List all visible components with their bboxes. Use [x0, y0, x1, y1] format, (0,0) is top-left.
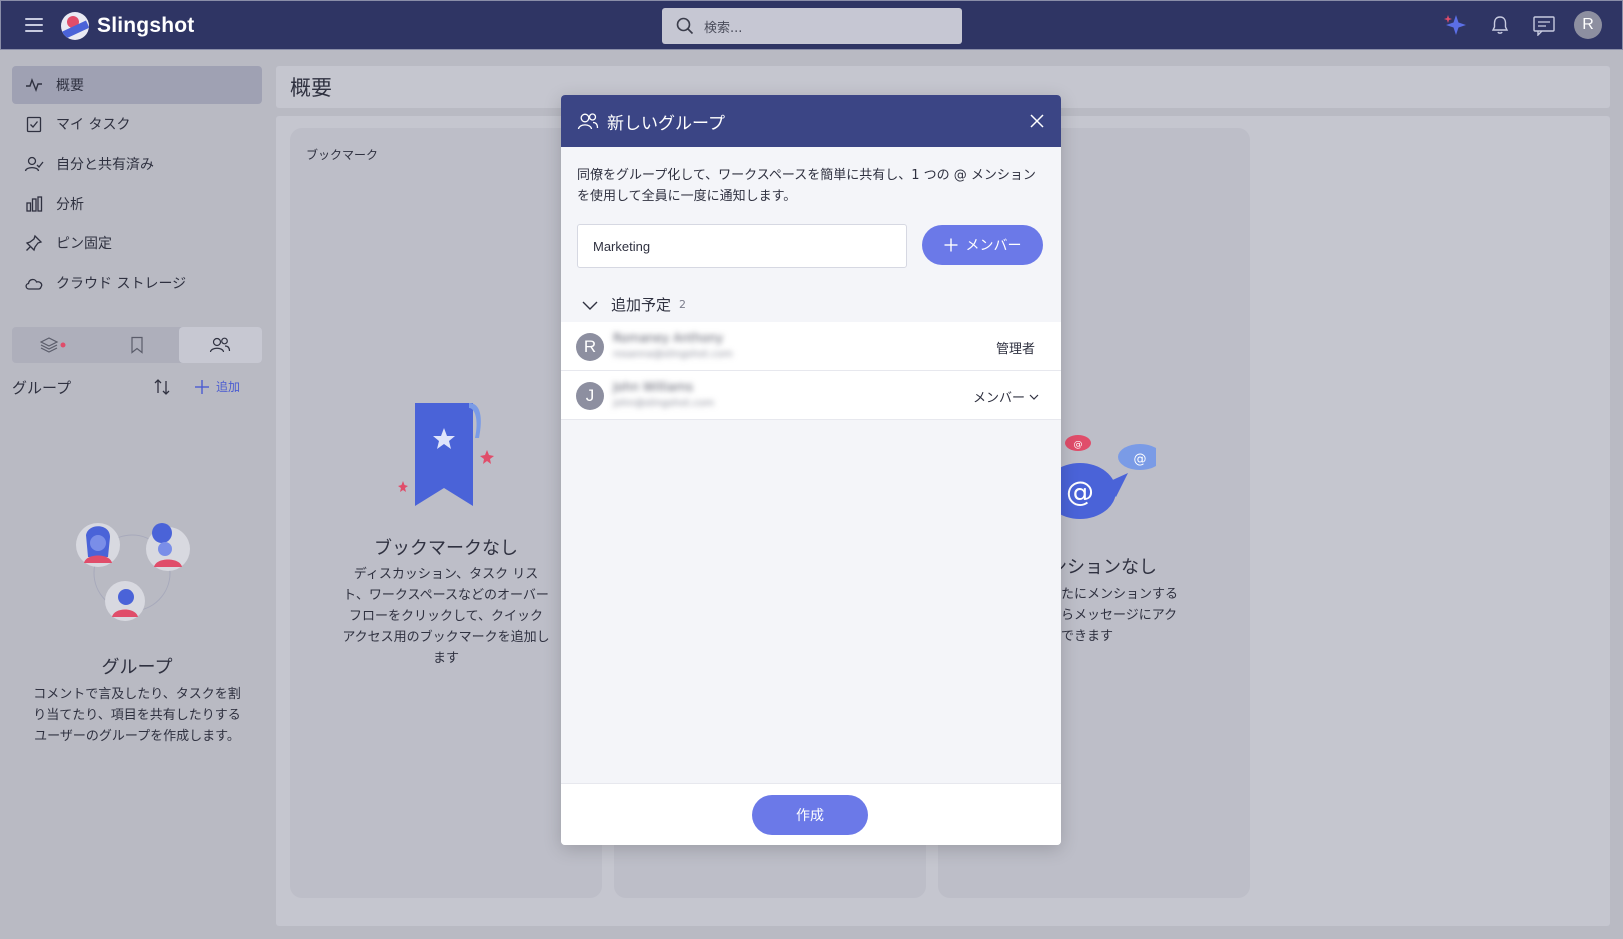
- bookmark-illustration-icon: [398, 403, 494, 506]
- sidebar-item-cloud-storage[interactable]: クラウド ストレージ: [12, 264, 262, 302]
- dialog-footer: 作成: [561, 783, 1061, 845]
- top-bar: Slingshot 検索... R: [0, 0, 1623, 50]
- member-name: John Williams: [613, 380, 694, 394]
- sidebar-item-label: マイ タスク: [56, 117, 131, 133]
- chevron-down-icon: [582, 301, 598, 310]
- tab-layers[interactable]: [12, 327, 95, 363]
- member-role: 管理者: [996, 338, 1035, 357]
- sidebar-item-label: 自分と共有済み: [56, 157, 154, 173]
- svg-text:@: @: [1134, 452, 1147, 467]
- chevron-down-icon: [1029, 394, 1039, 400]
- role-label: メンバー: [972, 391, 1025, 406]
- pending-section-toggle[interactable]: 追加予定 2: [581, 294, 686, 315]
- menu-icon[interactable]: [25, 18, 43, 32]
- slingshot-logo-icon: [61, 12, 89, 40]
- groups-header: グループ 追加: [12, 375, 262, 399]
- groups-empty-description: コメントで言及したり、タスクを割り当てたり、項目を共有したりするユーザーのグルー…: [33, 687, 241, 744]
- plus-icon: [944, 238, 957, 252]
- pending-count: 2: [679, 298, 687, 311]
- add-member-button[interactable]: メンバー: [922, 225, 1043, 265]
- svg-text:@: @: [1074, 440, 1083, 450]
- avatar: J: [576, 382, 604, 410]
- member-role-dropdown[interactable]: メンバー: [973, 387, 1039, 406]
- groups-empty-title: グループ: [101, 657, 173, 678]
- add-group-button[interactable]: 追加: [194, 378, 240, 395]
- group-icon: [577, 113, 599, 130]
- layers-icon: [39, 337, 66, 353]
- group-icon: [210, 337, 231, 353]
- app-logo[interactable]: Slingshot: [61, 12, 194, 40]
- svg-text:@: @: [1066, 475, 1094, 508]
- bell-icon[interactable]: [1486, 11, 1514, 39]
- new-group-dialog: 新しいグループ 同僚をグループ化して、ワークスペースを簡単に共有し、1 つの @…: [561, 95, 1061, 845]
- sidebar-item-label: 分析: [56, 197, 84, 213]
- groups-title: グループ: [12, 378, 72, 397]
- cloud-icon: [24, 273, 44, 293]
- tab-bookmarks[interactable]: [95, 327, 178, 363]
- pending-label: 追加予定: [611, 296, 672, 314]
- role-label: 管理者: [995, 342, 1035, 357]
- sidebar-item-shared-with-me[interactable]: 自分と共有済み: [12, 145, 262, 183]
- bookmark-icon: [131, 336, 143, 354]
- app-name: Slingshot: [97, 14, 195, 37]
- sort-icon[interactable]: [152, 377, 172, 401]
- avatar: R: [576, 333, 604, 361]
- chat-icon[interactable]: [1530, 11, 1558, 39]
- task-icon: [24, 114, 44, 134]
- member-row[interactable]: J John Williams john@slingshot.com メンバー: [561, 371, 1061, 420]
- close-icon[interactable]: [1027, 111, 1047, 131]
- sidebar-item-analytics[interactable]: 分析: [12, 185, 262, 223]
- bookmarks-empty-title: ブックマークなし: [374, 538, 518, 559]
- mentions-empty-description: なたにメンションする からメッセージにアク スできます: [1048, 587, 1179, 644]
- member-email: john@slingshot.com: [613, 398, 715, 409]
- sparkle-icon[interactable]: [1442, 11, 1470, 39]
- pin-icon: [24, 233, 44, 253]
- user-avatar[interactable]: R: [1574, 11, 1602, 39]
- member-email: rosanna@slingshot.com: [613, 349, 733, 360]
- group-name-input[interactable]: [577, 224, 907, 268]
- search-icon: [676, 17, 694, 35]
- member-name: Romaney Anthony: [613, 331, 724, 345]
- groups-illustration-icon: [76, 523, 190, 621]
- dialog-description: 同僚をグループ化して、ワークスペースを簡単に共有し、1 つの @ メンションを使…: [577, 168, 1036, 204]
- search-bar[interactable]: 検索...: [662, 8, 962, 44]
- shared-user-icon: [24, 154, 44, 174]
- sidebar: 概要 マイ タスク 自分と共有済み 分析 ピン固定 クラウド ストレージ グルー…: [0, 50, 276, 939]
- sidebar-tabs: [12, 327, 262, 363]
- dialog-header: 新しいグループ: [561, 95, 1061, 147]
- add-label: 追加: [216, 380, 241, 394]
- plus-icon: [195, 379, 209, 394]
- dialog-title: 新しいグループ: [607, 114, 725, 134]
- add-member-label: メンバー: [965, 238, 1022, 254]
- bookmarks-card: ブックマーク ブックマークなし ディスカッション、タスク リスト、ワークスペース…: [290, 128, 602, 898]
- create-button[interactable]: 作成: [752, 795, 868, 835]
- sidebar-item-label: 概要: [56, 78, 84, 94]
- bookmarks-empty-description: ディスカッション、タスク リスト、ワークスペースなどのオーバーフローをクリックし…: [342, 567, 550, 666]
- sidebar-item-label: ピン固定: [56, 236, 112, 252]
- bar-chart-icon: [24, 194, 44, 214]
- bookmarks-card-label: ブックマーク: [306, 148, 379, 162]
- sidebar-item-pinned[interactable]: ピン固定: [12, 224, 262, 262]
- search-placeholder: 検索...: [704, 20, 743, 36]
- activity-icon: [24, 75, 44, 95]
- sidebar-item-overview[interactable]: 概要: [12, 66, 262, 104]
- sidebar-item-label: クラウド ストレージ: [56, 276, 187, 292]
- member-row[interactable]: R Romaney Anthony rosanna@slingshot.com …: [561, 322, 1061, 371]
- page-title: 概要: [290, 76, 332, 100]
- sidebar-item-my-tasks[interactable]: マイ タスク: [12, 105, 262, 143]
- tab-groups[interactable]: [178, 327, 262, 363]
